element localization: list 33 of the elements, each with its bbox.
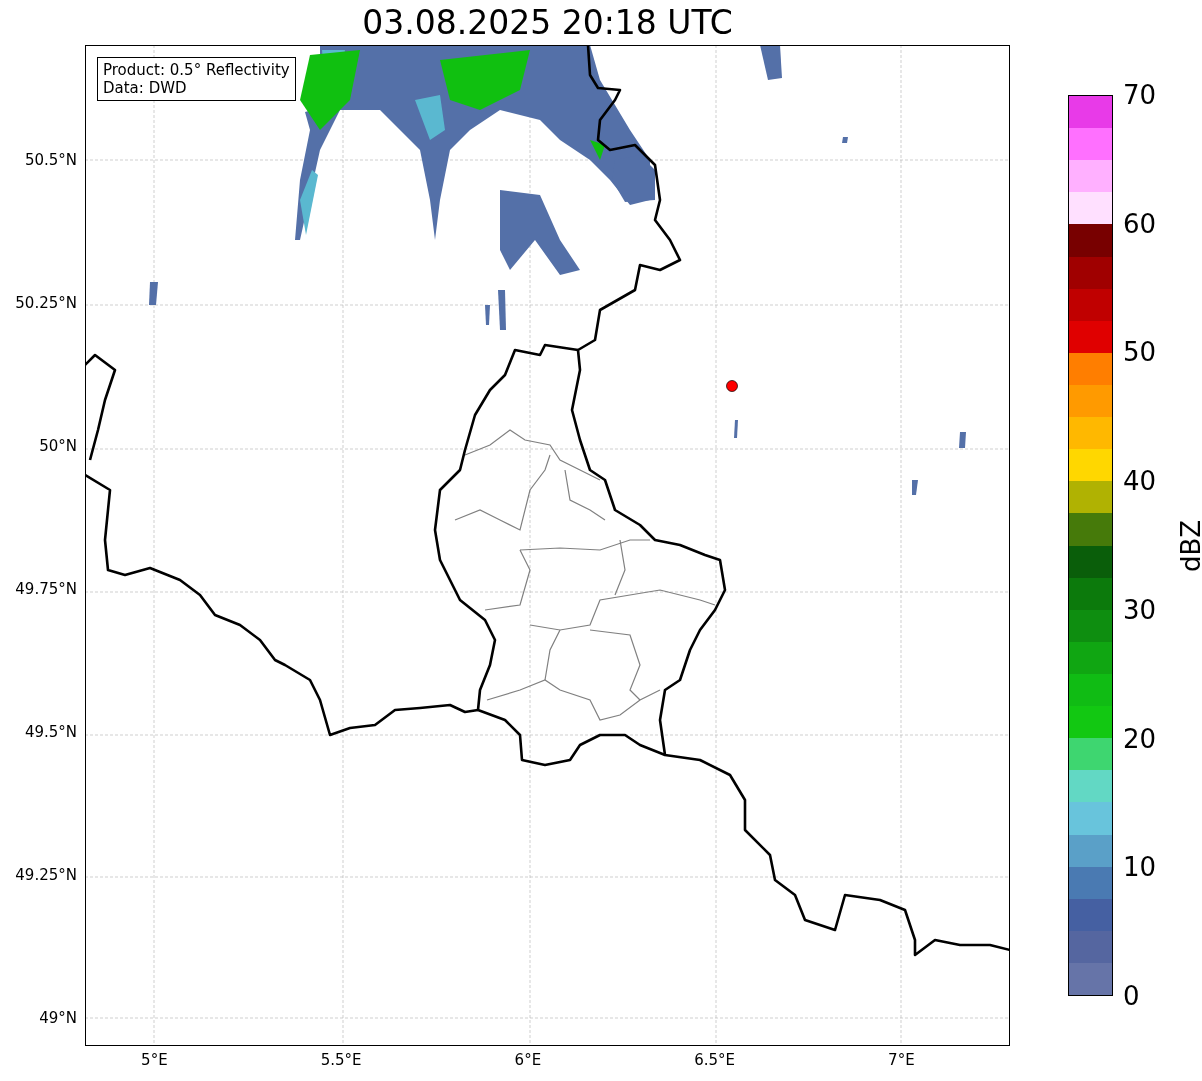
radar-echo: [498, 290, 506, 330]
radar-echo: [485, 305, 490, 325]
colorbar-tick-label: 70: [1123, 81, 1157, 109]
radar-echo: [842, 137, 848, 143]
axis-label: 49.25°N: [15, 865, 77, 885]
axis-label: 6.5°E: [693, 1050, 737, 1071]
axis-label: 49.75°N: [15, 579, 77, 599]
axis-label: 49.5°N: [24, 722, 77, 742]
legend-text: Product: 0.5° Reflectivity: [103, 61, 290, 79]
radar-echo: [912, 480, 918, 495]
legend-text: Data: DWD: [103, 79, 188, 97]
radar-echo: [959, 432, 966, 448]
colorbar-tick-label: 40: [1123, 467, 1157, 496]
axis-label: 50°N: [39, 436, 77, 456]
colorbar-tick-label: 10: [1123, 853, 1157, 882]
axis-label: 50.25°N: [15, 293, 77, 313]
axis-label: 5.5°E: [319, 1050, 363, 1071]
axis-label: 7°E: [887, 1050, 916, 1071]
axis-label: 6°E: [513, 1050, 543, 1071]
colorbar-tick-label: 50: [1123, 338, 1157, 367]
axis-label: 5°E: [140, 1050, 169, 1071]
radar-echo: [760, 46, 782, 80]
colorbar-tick-label: 0: [1123, 981, 1141, 1010]
radar-echo: [734, 420, 738, 438]
colorbar-label: dBZ: [1176, 518, 1202, 572]
colorbar-tick-label: 60: [1123, 209, 1157, 238]
colorbar-tick-label: 20: [1123, 724, 1157, 753]
station-marker: [726, 380, 738, 392]
chart-title: 03.08.2025 20:18 UTC: [361, 2, 734, 44]
axis-label: 49°N: [39, 1008, 77, 1028]
colorbar-tick-label: 30: [1123, 595, 1157, 624]
radar-echo: [149, 282, 158, 305]
axis-label: 50.5°N: [24, 150, 77, 170]
